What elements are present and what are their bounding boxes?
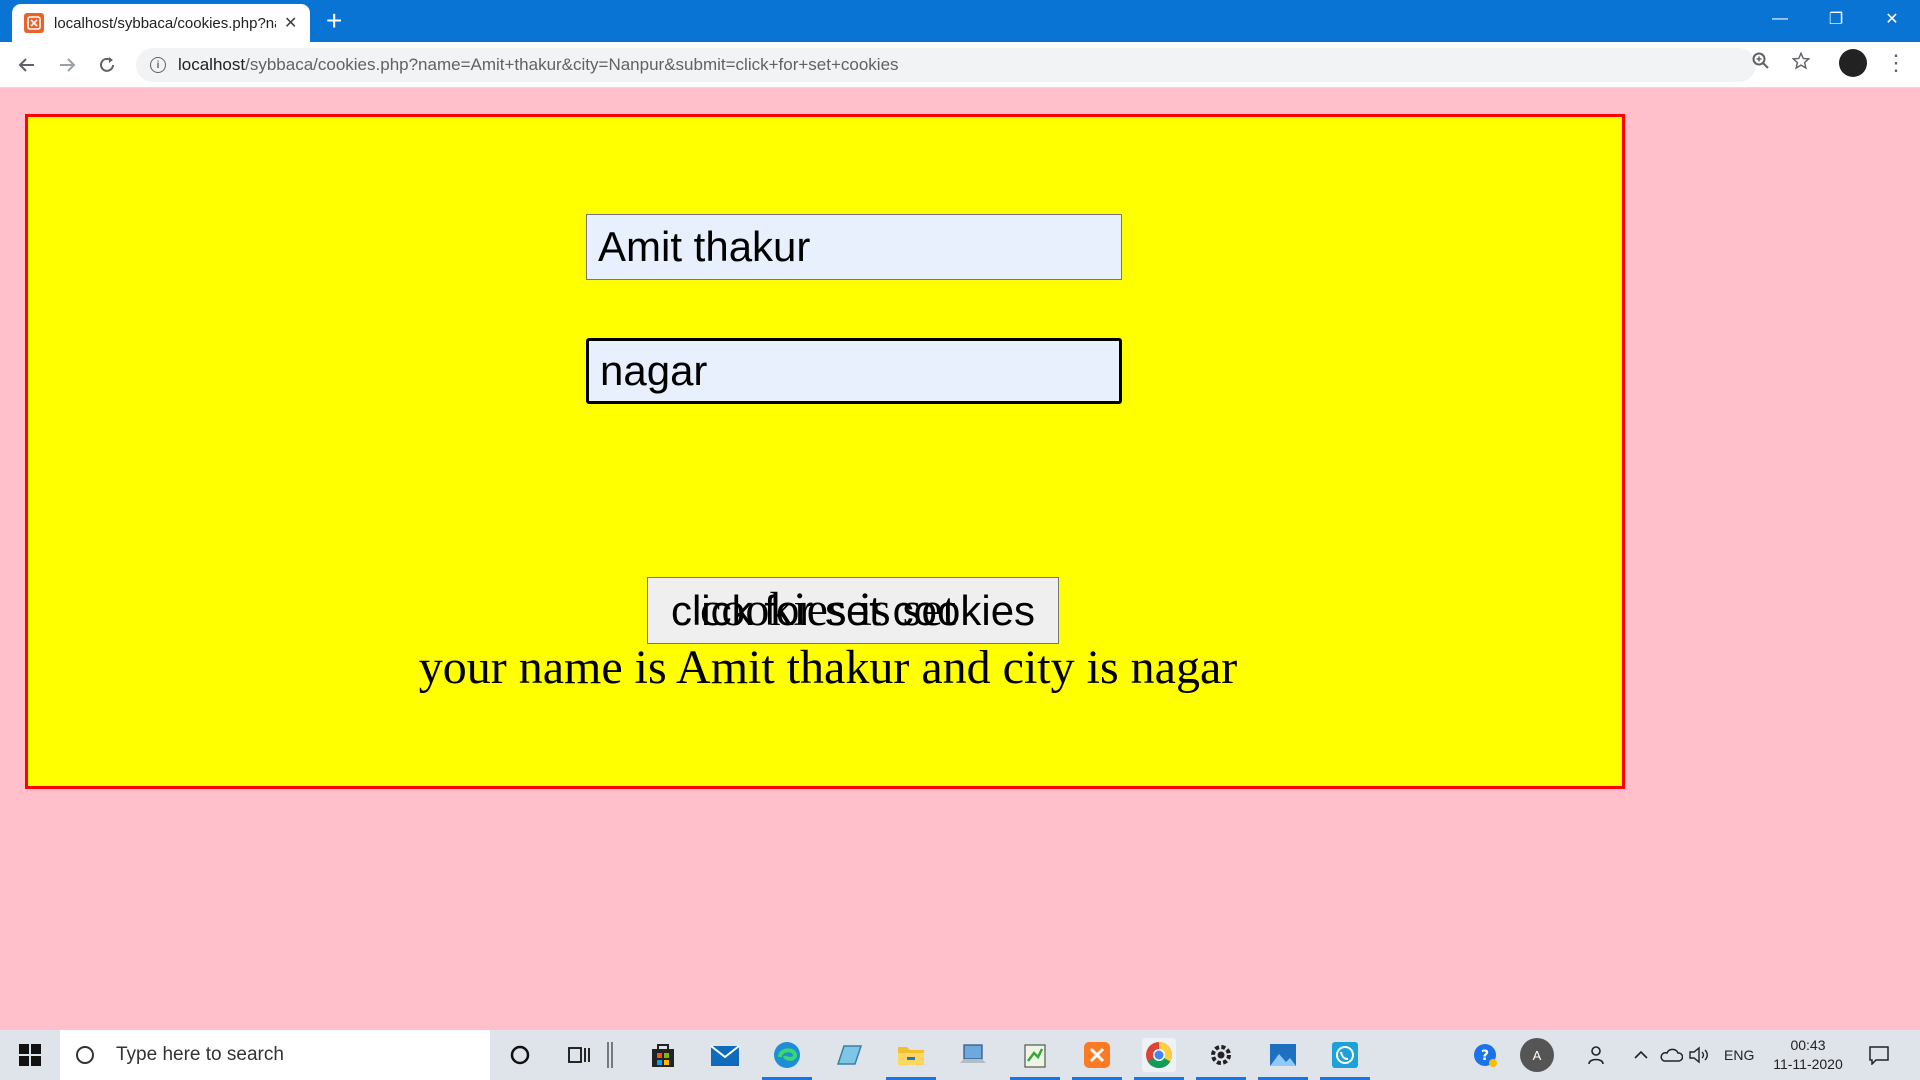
user-account-avatar[interactable]: A — [1520, 1038, 1554, 1072]
cookie-form-panel: Amit thakur nagar click for set cookies … — [25, 114, 1625, 789]
cookie-status-message: cookies is set — [700, 583, 956, 636]
tab-close-icon[interactable]: ✕ — [284, 13, 297, 33]
browser-toolbar: i localhost/sybbaca/cookies.php?name=Ami… — [0, 42, 1920, 88]
windows-taskbar: Type here to search ? A ENG 00:43 11-11-… — [0, 1030, 1920, 1080]
new-tab-button[interactable]: + — [326, 6, 342, 36]
whatsapp-icon[interactable] — [1320, 1038, 1370, 1080]
clock-date: 11-11-2020 — [1773, 1056, 1843, 1072]
taskbar-clock[interactable]: 00:43 11-11-2020 — [1758, 1036, 1858, 1074]
minimize-button[interactable]: — — [1752, 0, 1808, 38]
bookmark-star-icon[interactable] — [1791, 51, 1811, 75]
url-text: localhost/sybbaca/cookies.php?name=Amit+… — [178, 55, 899, 75]
profile-avatar[interactable] — [1839, 49, 1867, 77]
help-icon[interactable]: ? — [1468, 1038, 1502, 1072]
settings-gear-icon[interactable] — [1196, 1038, 1246, 1080]
clock-time: 00:43 — [1790, 1037, 1826, 1053]
back-arrow-icon — [18, 58, 34, 72]
people-icon[interactable] — [1580, 1038, 1614, 1072]
forward-button[interactable] — [52, 50, 82, 80]
browser-titlebar: localhost/sybbaca/cookies.php?name=Amit … — [0, 0, 1920, 42]
laptop-app-icon[interactable] — [956, 1038, 990, 1072]
photos-app-icon[interactable] — [1258, 1038, 1308, 1080]
restore-button[interactable]: ❐ — [1808, 0, 1864, 38]
browser-menu-icon[interactable]: ⋮ — [1885, 50, 1907, 76]
notepad-app-icon[interactable] — [1010, 1038, 1060, 1080]
svg-text:?: ? — [1481, 1048, 1489, 1064]
close-window-button[interactable]: ✕ — [1864, 0, 1920, 38]
browser-tab[interactable]: localhost/sybbaca/cookies.php?name=Amit … — [12, 4, 310, 42]
address-bar[interactable]: i localhost/sybbaca/cookies.php?name=Ami… — [136, 48, 1756, 82]
chrome-icon[interactable] — [1134, 1038, 1184, 1080]
volume-icon[interactable] — [1682, 1038, 1716, 1072]
windows-logo-icon — [19, 1044, 41, 1066]
url-host: localhost — [178, 55, 246, 74]
task-view-icon[interactable] — [563, 1038, 597, 1072]
reload-button[interactable] — [92, 50, 122, 80]
search-icon — [76, 1046, 94, 1064]
xampp-control-icon[interactable] — [1072, 1038, 1122, 1080]
name-input[interactable]: Amit thakur — [586, 214, 1122, 280]
mail-icon[interactable] — [708, 1038, 742, 1072]
user-initial: A — [1532, 1047, 1542, 1063]
xampp-favicon-icon — [24, 13, 44, 33]
edge-browser-icon[interactable] — [762, 1038, 812, 1080]
taskbar-search-box[interactable]: Type here to search — [60, 1030, 490, 1080]
store-icon[interactable] — [646, 1038, 680, 1072]
search-placeholder: Type here to search — [116, 1044, 284, 1065]
reload-icon — [100, 57, 114, 72]
notebook-app-icon[interactable] — [832, 1038, 866, 1072]
language-indicator[interactable]: ENG — [1724, 1030, 1754, 1080]
forward-arrow-icon — [60, 58, 76, 72]
show-hidden-icons-chevron-icon[interactable] — [1624, 1038, 1658, 1072]
cookie-details-message: your name is Amit thakur and city is nag… — [418, 641, 1238, 694]
site-info-icon[interactable]: i — [150, 57, 166, 73]
back-button[interactable] — [12, 50, 42, 80]
zoom-icon[interactable] — [1752, 52, 1770, 75]
city-input[interactable]: nagar — [586, 338, 1122, 404]
taskbar-separator — [602, 1038, 618, 1072]
url-path: /sybbaca/cookies.php?name=Amit+thakur&ci… — [245, 55, 899, 74]
start-button[interactable] — [0, 1030, 60, 1080]
cortana-icon[interactable] — [503, 1038, 537, 1072]
tab-title: localhost/sybbaca/cookies.php?name=Amit — [54, 14, 276, 32]
file-explorer-icon[interactable] — [886, 1038, 936, 1080]
notifications-icon[interactable] — [1862, 1038, 1896, 1072]
